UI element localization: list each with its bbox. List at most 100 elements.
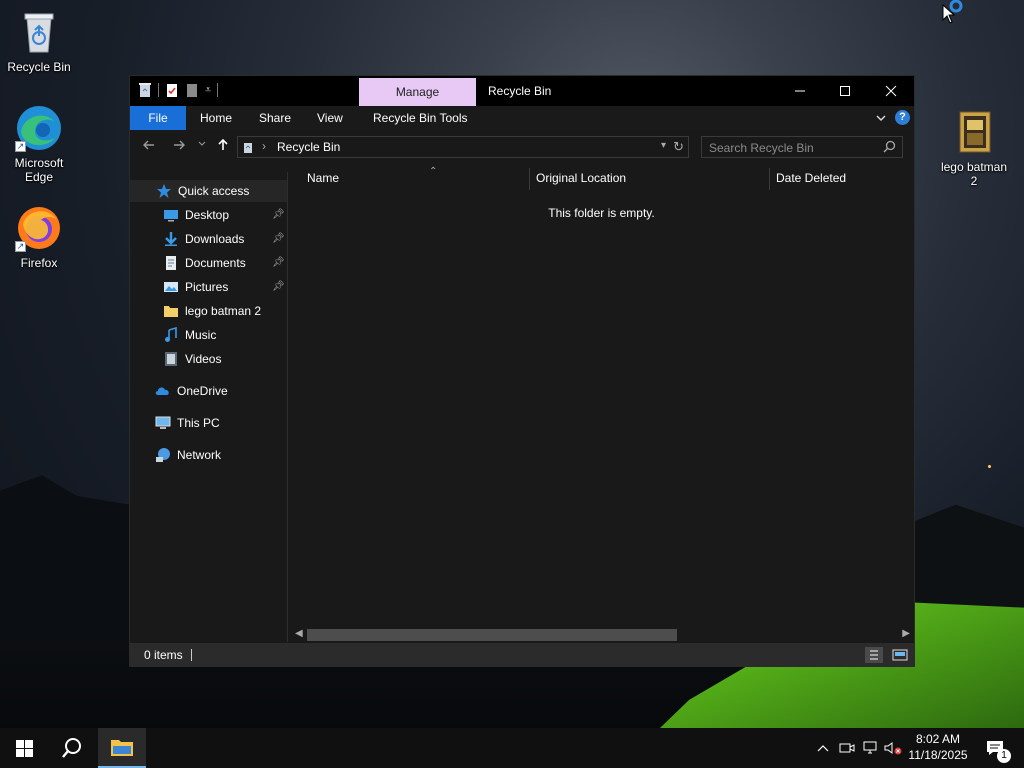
horizontal-scrollbar[interactable]: ◀ ▶ (291, 627, 914, 643)
item-count: 0 items (144, 648, 183, 662)
maximize-button[interactable] (822, 76, 868, 106)
close-icon (885, 85, 897, 97)
recent-locations-button[interactable] (193, 138, 211, 156)
expand-ribbon-icon[interactable] (875, 112, 887, 124)
search-box[interactable] (701, 136, 903, 158)
pin-icon[interactable]: 📌︎ (272, 234, 285, 244)
column-divider[interactable] (769, 168, 770, 190)
taskbar-file-explorer[interactable] (98, 728, 146, 768)
meet-now-button[interactable] (836, 728, 858, 768)
nav-label: Videos (185, 352, 222, 366)
volume-button[interactable] (882, 728, 904, 768)
toolbar-separator (158, 83, 159, 97)
nav-onedrive[interactable]: OneDrive (155, 380, 228, 402)
column-header-name[interactable]: Name ⌃ (307, 166, 529, 190)
desktop-icon-recycle-bin[interactable]: Recycle Bin (1, 8, 77, 74)
back-arrow-icon (143, 140, 154, 150)
tab-manage[interactable]: Manage (359, 78, 476, 106)
maximize-icon (840, 86, 850, 96)
column-header-original-location[interactable]: Original Location (536, 168, 768, 190)
desktop-icon-lego-batman[interactable]: lego batman 2 (936, 108, 1012, 188)
scroll-right-icon[interactable]: ▶ (902, 628, 910, 639)
start-button[interactable] (0, 728, 48, 768)
quick-access-toolbar: ⩡ (138, 82, 219, 98)
action-center-button[interactable]: 1 (976, 728, 1016, 768)
download-icon (165, 232, 177, 246)
tab-view[interactable]: View (307, 106, 353, 130)
nav-item-downloads[interactable]: Downloads (163, 228, 244, 250)
star-icon (157, 184, 171, 198)
clock[interactable]: 8:02 AM 11/18/2025 (906, 731, 970, 763)
recycle-bin-small-icon[interactable] (138, 82, 152, 98)
nav-item-pictures[interactable]: Pictures (163, 276, 228, 298)
show-hidden-icons-button[interactable] (812, 728, 834, 768)
search-button[interactable] (48, 728, 96, 768)
shortcut-arrow-icon: ↗ (15, 241, 26, 252)
tab-file[interactable]: File (130, 106, 186, 130)
nav-item-videos[interactable]: Videos (163, 348, 221, 370)
status-separator (191, 649, 192, 661)
desktop-icon-firefox[interactable]: ↗ Firefox (1, 204, 77, 270)
pin-icon[interactable]: 📌︎ (272, 258, 285, 268)
windows-logo-icon (15, 739, 33, 757)
status-bar: 0 items (130, 643, 914, 667)
customize-toolbar-icon[interactable]: ⩡ (205, 84, 211, 97)
address-bar[interactable]: › Recycle Bin ▾ ↻ (237, 136, 689, 158)
nav-quick-access[interactable]: Quick access (130, 180, 287, 202)
nav-item-desktop[interactable]: Desktop (163, 204, 229, 226)
taskbar: 8:02 AM 11/18/2025 1 (0, 728, 1024, 768)
up-button[interactable] (214, 138, 232, 156)
picture-icon (164, 282, 178, 292)
details-view-icon[interactable] (865, 647, 883, 663)
file-list[interactable]: Name ⌃ Original Location Date Deleted Th… (289, 162, 914, 640)
new-folder-icon[interactable] (185, 82, 199, 98)
cloud-icon (155, 387, 169, 395)
desktop-icon (164, 210, 178, 222)
title-bar: ⩡ Manage Recycle Bin (130, 76, 914, 106)
network-status-button[interactable] (860, 728, 882, 768)
large-icons-view-icon[interactable] (891, 647, 909, 663)
scrollbar-thumb[interactable] (307, 629, 677, 641)
column-label: Date Deleted (776, 171, 847, 185)
nav-label: Documents (185, 256, 246, 270)
search-input[interactable] (709, 140, 879, 155)
close-button[interactable] (868, 76, 914, 106)
desktop-icon-label: lego batman 2 (940, 160, 1008, 188)
tab-recycle-bin-tools[interactable]: Recycle Bin Tools (363, 106, 478, 130)
help-icon[interactable]: ? (895, 110, 910, 125)
tab-home[interactable]: Home (190, 106, 242, 130)
nav-item-lego-batman[interactable]: lego batman 2 (163, 300, 261, 322)
address-dropdown-icon[interactable]: ▾ (661, 140, 666, 151)
forward-button[interactable] (170, 138, 188, 156)
refresh-icon[interactable]: ↻ (673, 139, 684, 155)
nav-item-music[interactable]: Music (163, 324, 216, 346)
back-button[interactable] (140, 138, 158, 156)
camera-icon (839, 743, 855, 753)
nav-label: Quick access (178, 184, 250, 198)
properties-icon[interactable] (165, 82, 179, 98)
music-icon (165, 327, 177, 342)
minimize-button[interactable] (777, 76, 823, 106)
nav-item-documents[interactable]: Documents (163, 252, 246, 274)
wallpaper-star (988, 465, 991, 468)
folder-icon (164, 306, 178, 317)
nav-label: Downloads (185, 232, 245, 246)
video-icon (165, 352, 177, 366)
nav-this-pc[interactable]: This PC (155, 412, 220, 434)
nav-network[interactable]: Network (155, 444, 221, 466)
pin-icon[interactable]: 📌︎ (272, 282, 285, 292)
column-divider[interactable] (529, 168, 530, 190)
column-header-date-deleted[interactable]: Date Deleted (776, 168, 906, 190)
desktop-icon-edge[interactable]: ↗ Microsoft Edge (1, 104, 77, 184)
minimize-icon (795, 90, 805, 92)
column-label: Name (307, 171, 340, 185)
scroll-left-icon[interactable]: ◀ (295, 628, 303, 639)
volume-muted-icon (884, 742, 902, 755)
chevron-up-icon (817, 745, 829, 752)
tab-share[interactable]: Share (249, 106, 301, 130)
forward-arrow-icon (174, 140, 185, 150)
pin-icon[interactable]: 📌︎ (272, 210, 285, 220)
network-icon (156, 448, 170, 462)
breadcrumb[interactable]: Recycle Bin (277, 140, 340, 154)
breadcrumb-chevron-icon: › (262, 139, 266, 153)
